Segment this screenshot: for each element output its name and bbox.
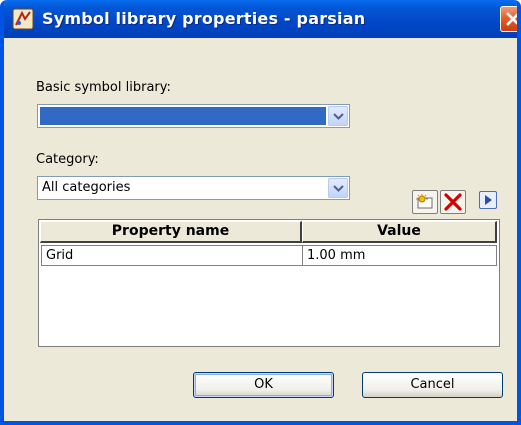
delete-property-button[interactable]: [440, 190, 466, 214]
symbol-library-properties-dialog: Symbol library properties - parsian Basi…: [0, 0, 521, 425]
close-icon: [506, 12, 517, 26]
category-dropdown-button[interactable]: [328, 178, 348, 198]
add-property-button[interactable]: [412, 190, 438, 214]
chevron-down-icon: [333, 113, 344, 120]
category-label: Category:: [36, 152, 99, 167]
cancel-button[interactable]: Cancel: [362, 372, 503, 398]
window-title: Symbol library properties - parsian: [42, 9, 366, 28]
expand-button[interactable]: [479, 191, 497, 209]
delete-property-icon: [444, 193, 462, 211]
table-row-name-cell[interactable]: Grid: [41, 245, 303, 266]
ok-button[interactable]: OK: [193, 372, 334, 398]
title-bar[interactable]: Symbol library properties - parsian: [4, 0, 517, 38]
close-button[interactable]: [500, 6, 517, 32]
column-header-property-name[interactable]: Property name: [40, 221, 302, 243]
basic-library-select[interactable]: [37, 104, 350, 128]
app-icon: [12, 8, 34, 30]
chevron-down-icon: [333, 185, 344, 192]
category-select[interactable]: All categories: [37, 176, 350, 200]
property-grid[interactable]: Property name Value Grid 1.00 mm: [38, 219, 500, 347]
basic-library-dropdown-button[interactable]: [328, 106, 348, 126]
category-value: All categories: [42, 180, 131, 195]
play-arrow-icon: [485, 195, 492, 205]
selection-highlight: [40, 107, 326, 125]
column-header-value[interactable]: Value: [302, 221, 497, 243]
table-row-value-cell[interactable]: 1.00 mm: [302, 245, 497, 266]
add-property-icon: [416, 194, 433, 209]
basic-library-label: Basic symbol library:: [36, 80, 171, 95]
